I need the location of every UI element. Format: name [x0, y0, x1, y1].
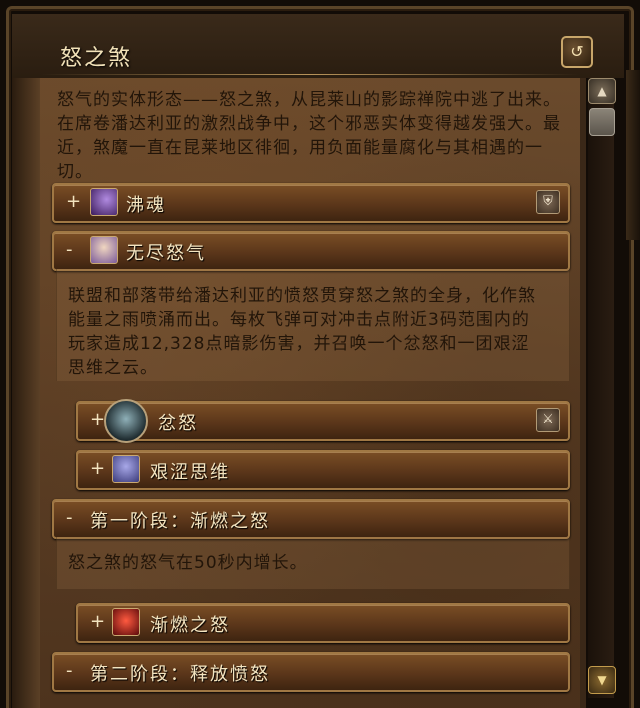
- expand-toggle[interactable]: +: [90, 458, 105, 479]
- sword-icon: ⚔: [536, 408, 560, 432]
- page-title: 怒之煞: [60, 46, 133, 71]
- expand-toggle[interactable]: +: [66, 191, 81, 212]
- phase-one-detail: 怒之煞的怒气在50秒内增长。: [68, 553, 308, 573]
- collapse-toggle[interactable]: -: [66, 660, 73, 681]
- collapse-toggle[interactable]: -: [66, 507, 73, 528]
- section-label: 渐燃之怒: [150, 615, 230, 636]
- collapse-toggle[interactable]: -: [66, 239, 73, 260]
- section-header-growing-anger[interactable]: + 渐燃之怒: [76, 603, 570, 643]
- chevron-up-icon: ▲: [597, 84, 607, 98]
- endless-rage-detail: 联盟和部落带给潘达利亚的愤怒贯穿怒之煞的全身，化作煞能量之雨喷涌而出。每枚飞弹可…: [68, 286, 536, 378]
- undo-arrow-icon: ↺: [570, 42, 584, 61]
- purple-staff-icon: [90, 188, 118, 216]
- scroll-down-button[interactable]: ▼: [588, 666, 616, 694]
- boss-description: 怒气的实体形态——怒之煞，从昆莱山的影踪禅院中逃了出来。在席卷潘达利亚的激烈战争…: [57, 90, 561, 182]
- parchment-left-edge: [12, 78, 40, 708]
- title-divider: [40, 74, 580, 75]
- reset-button[interactable]: ↺: [561, 36, 593, 68]
- side-tabs[interactable]: [626, 70, 640, 240]
- section-header-wrath[interactable]: + 忿怒 ⚔: [76, 399, 570, 443]
- section-header-phase-two[interactable]: - 第二阶段：释放愤怒: [52, 652, 570, 692]
- scrollbar-thumb[interactable]: [589, 108, 615, 136]
- ghost-face-icon: [112, 455, 140, 483]
- expand-toggle[interactable]: +: [90, 611, 105, 632]
- section-header-phase-one[interactable]: - 第一阶段：渐燃之怒: [52, 499, 570, 539]
- shield-icon: ⛨: [536, 190, 560, 214]
- encounter-journal-window: 怒之煞 ↺ 怒气的实体形态——怒之煞，从昆莱山的影踪禅院中逃了出来。在席卷潘达利…: [0, 0, 640, 708]
- section-label: 第一阶段：渐燃之怒: [90, 511, 270, 532]
- sha-face-icon: [104, 399, 148, 443]
- chevron-down-icon: ▼: [597, 673, 607, 687]
- parchment-right-edge: [580, 78, 586, 708]
- scrollbar-track[interactable]: [588, 78, 614, 698]
- expand-toggle[interactable]: +: [90, 409, 105, 430]
- cloaked-figure-icon: [90, 236, 118, 264]
- section-label: 忿怒: [158, 413, 198, 434]
- section-header-bitter-thoughts[interactable]: + 艰涩思维: [76, 450, 570, 490]
- section-label: 艰涩思维: [150, 462, 230, 483]
- section-label: 沸魂: [126, 195, 166, 216]
- section-label: 无尽怒气: [126, 243, 206, 264]
- section-header-boiling-soul[interactable]: + 沸魂 ⛨: [52, 183, 570, 223]
- section-header-endless-rage[interactable]: - 无尽怒气: [52, 231, 570, 271]
- section-label: 第二阶段：释放愤怒: [90, 664, 270, 685]
- red-demon-face-icon: [112, 608, 140, 636]
- scroll-up-button[interactable]: ▲: [588, 78, 616, 104]
